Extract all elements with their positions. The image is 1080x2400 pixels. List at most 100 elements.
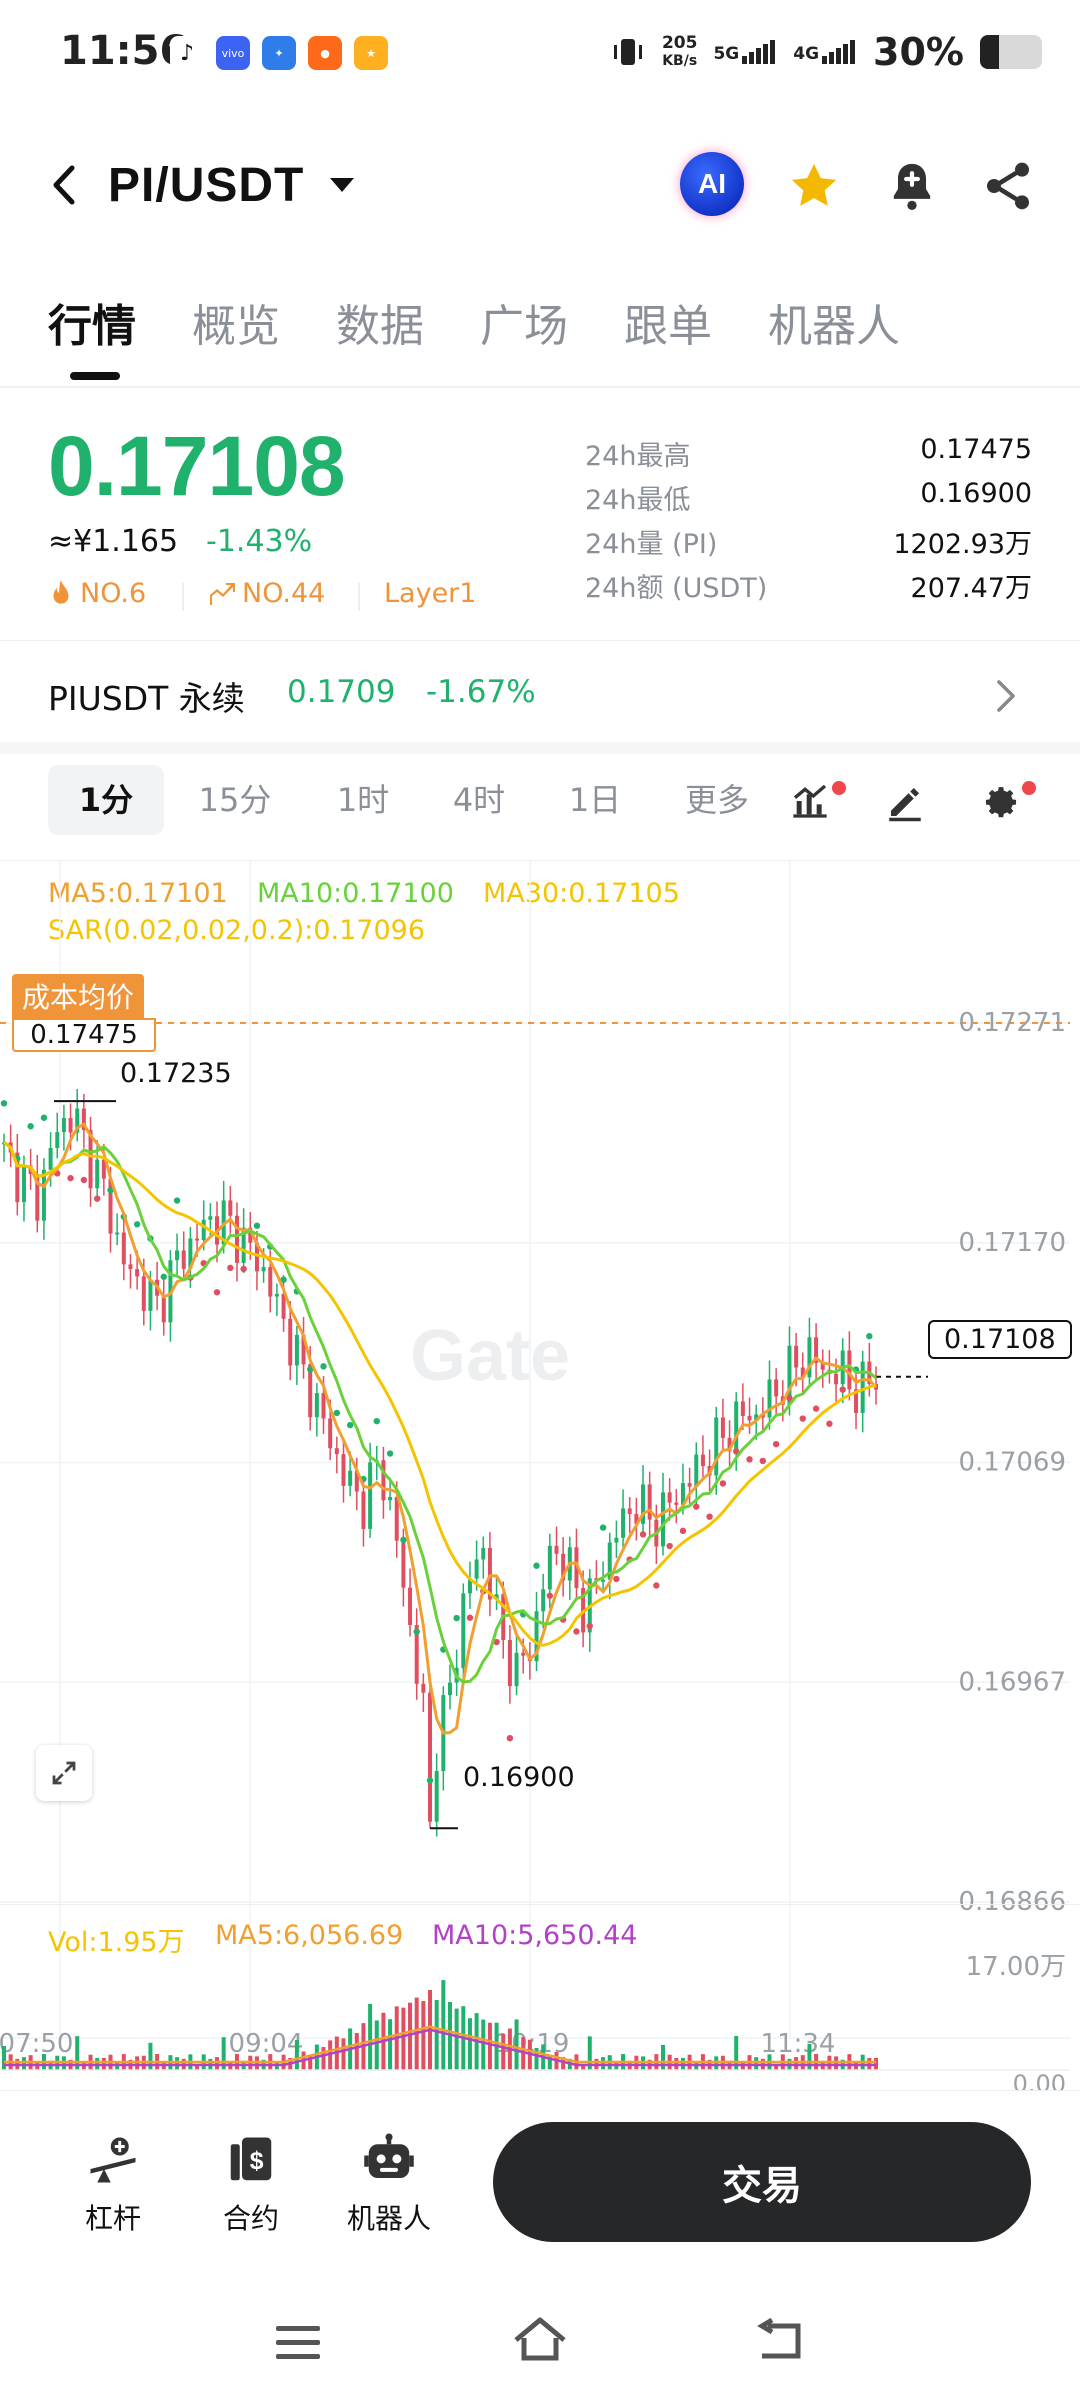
contract-button[interactable]: $ 合约 — [196, 2133, 306, 2237]
candle-body — [401, 1540, 406, 1588]
sar-dot — [826, 1420, 833, 1427]
gainers-rank-label: NO.44 — [242, 578, 326, 609]
divider — [358, 583, 360, 611]
price-alert-bell-icon[interactable] — [884, 158, 940, 214]
gainers-rank[interactable]: NO.44 — [208, 578, 325, 609]
share-icon[interactable] — [980, 158, 1036, 214]
draw-pen-icon[interactable] — [884, 781, 926, 823]
candle-body — [321, 1393, 326, 1419]
volume-bar — [215, 2057, 220, 2070]
pair-dropdown-icon[interactable] — [330, 178, 354, 192]
leverage-button[interactable]: 杠杆 — [58, 2133, 168, 2237]
active-tab-indicator — [70, 372, 120, 380]
tab-market[interactable]: 行情 — [48, 290, 136, 354]
candle-body — [461, 1593, 466, 1668]
fullscreen-button[interactable] — [36, 1745, 92, 1801]
sar-dot — [546, 1592, 554, 1599]
candle-body — [148, 1279, 153, 1311]
volume-bar — [754, 2057, 759, 2070]
chart-settings-gear-icon[interactable] — [980, 781, 1022, 823]
y-axis-ticks: 0.17271 0.17170 0.17069 0.16967 0.16866 — [958, 1008, 1066, 1917]
tab-copy-trading[interactable]: 跟单 — [624, 290, 712, 354]
candle-body — [195, 1238, 200, 1241]
candle-body — [368, 1462, 373, 1529]
tab-data[interactable]: 数据 — [336, 290, 424, 354]
candle-body — [41, 1169, 46, 1221]
sar-dot — [666, 1542, 673, 1550]
y-tick-label: 0.16866 — [958, 1887, 1066, 1917]
robot-icon — [364, 2133, 414, 2178]
back-nav-icon[interactable] — [752, 2316, 808, 2368]
back-arrow-icon[interactable] — [48, 160, 78, 218]
indicators-icon[interactable] — [790, 781, 830, 821]
candle-body — [521, 1652, 526, 1656]
high-marker-label: 0.17235 — [120, 1058, 232, 1089]
robot-button[interactable]: 机器人 — [334, 2133, 444, 2237]
ai-assistant-button[interactable]: AI — [680, 152, 744, 216]
header: PI/USDT AI — [0, 140, 1080, 230]
candle-body — [428, 1692, 433, 1822]
menu-icon[interactable] — [270, 2318, 326, 2368]
candle-body — [228, 1200, 233, 1216]
trade-button[interactable]: 交易 — [493, 2122, 1031, 2242]
signal-bars-icon — [822, 40, 857, 64]
candle-body — [161, 1295, 166, 1323]
timeframe-1d[interactable]: 1日 — [540, 765, 650, 835]
sar-dot — [639, 1531, 647, 1538]
sar-dot — [253, 1222, 261, 1229]
stat-value-low: 0.16900 — [920, 478, 1032, 509]
home-icon[interactable] — [510, 2314, 570, 2370]
candle-body — [408, 1587, 413, 1626]
sar-dot — [80, 1176, 88, 1184]
signal-bars-icon — [742, 40, 777, 64]
perpetual-change: -1.67% — [426, 674, 536, 710]
volume-bar — [487, 2022, 492, 2070]
candle-body — [694, 1454, 699, 1487]
timeframe-1h[interactable]: 1时 — [308, 765, 418, 835]
signal-sim1: 5G — [713, 40, 777, 64]
candle-body — [181, 1250, 186, 1269]
system-nav-bar — [0, 2290, 1080, 2400]
contract-label: 合约 — [222, 2202, 279, 2235]
perpetual-price: 0.1709 — [287, 674, 396, 710]
sar-dot — [0, 1100, 8, 1107]
pair-title[interactable]: PI/USDT — [108, 158, 304, 213]
sar-dot — [346, 1421, 354, 1429]
timeframe-bar: 1分 15分 1时 4时 1日 更多 — [0, 765, 1080, 875]
tab-bots[interactable]: 机器人 — [768, 290, 900, 354]
sar-dot — [759, 1457, 767, 1465]
timeframe-15m[interactable]: 15分 — [180, 765, 290, 835]
sar-dot — [213, 1289, 221, 1296]
volume-ma10-line — [4, 2028, 876, 2067]
candle-body — [481, 1547, 486, 1560]
sar-dot — [426, 1777, 434, 1784]
timeframe-4h[interactable]: 4时 — [424, 765, 534, 835]
candle-body — [700, 1454, 705, 1467]
volume-bar — [21, 2057, 26, 2070]
candle-body — [141, 1276, 146, 1311]
divider — [0, 640, 1080, 641]
candle-body — [660, 1492, 665, 1547]
sar-dot — [320, 1363, 327, 1370]
gate-watermark: Gate — [410, 1316, 570, 1396]
kline-chart[interactable]: Gate 0.17271 0.17170 0.17069 0.16967 0.16866… — [0, 860, 1080, 2090]
candle-body — [68, 1118, 73, 1133]
sar-dot — [240, 1265, 247, 1273]
sector-tag[interactable]: Layer1 — [384, 578, 476, 609]
y-tick-label: 0.17170 — [958, 1228, 1066, 1258]
volume-bar — [601, 2057, 606, 2070]
hot-rank[interactable]: NO.6 — [48, 578, 146, 609]
timeframe-1m[interactable]: 1分 — [48, 765, 164, 835]
sar-dot — [400, 1536, 407, 1544]
tab-overview[interactable]: 概览 — [192, 290, 280, 354]
tab-square[interactable]: 广场 — [480, 290, 568, 354]
candle-body — [234, 1215, 239, 1263]
volume-bar — [368, 2003, 373, 2070]
stat-value-high: 0.17475 — [920, 434, 1032, 465]
y-tick-label: 0.17069 — [958, 1448, 1066, 1478]
timeframe-more[interactable]: 更多 — [662, 765, 772, 835]
leverage-icon — [90, 2137, 136, 2183]
favorite-star-icon[interactable] — [786, 158, 842, 214]
candle-body — [687, 1483, 692, 1487]
contract-icon: $ — [230, 2137, 272, 2181]
